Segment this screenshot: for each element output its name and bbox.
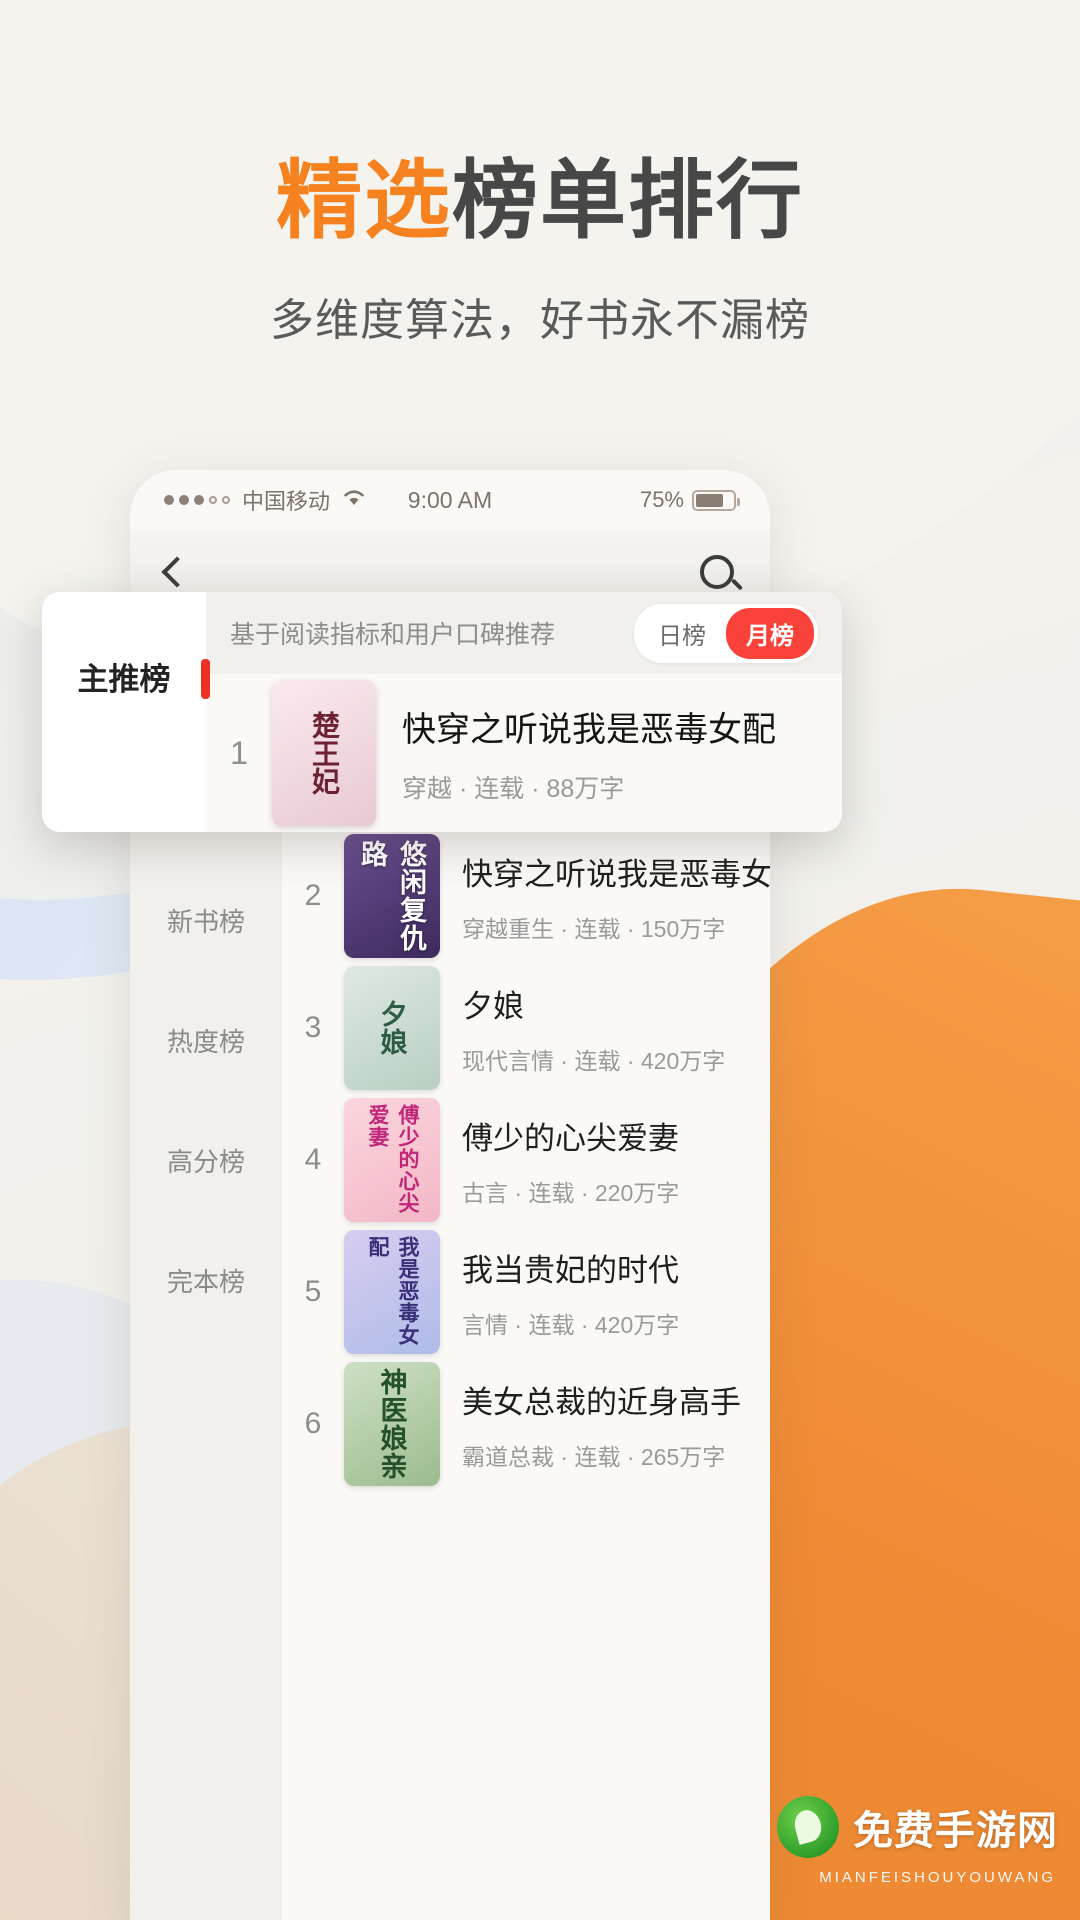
- floating-card-main: 基于阅读指标和用户口碑推荐 日榜 月榜 1 楚王妃 快穿之听说我是恶毒女配 穿越…: [206, 592, 842, 832]
- search-icon[interactable]: [700, 555, 734, 589]
- book-cover: 傅少的心尖爱妻: [344, 1098, 440, 1222]
- book-info: 傅少的心尖爱妻 古言 · 连载 · 220万字: [462, 1113, 679, 1208]
- battery-percent: 75%: [639, 487, 684, 512]
- book-cover-title: 悠闲复仇路: [357, 840, 426, 952]
- status-bar: 中国移动 9:00 AM 75%: [130, 470, 770, 530]
- book-cover-title: 傅少的心尖爱妻: [366, 1104, 419, 1214]
- book-title: 美女总裁的近身高手: [462, 1384, 741, 1420]
- book-info: 快穿之听说我是恶毒女配 穿越重生 · 连载 · 150万字: [462, 849, 770, 944]
- book-title: 我当贵妃的时代: [462, 1252, 679, 1288]
- sidebar-item-label: 热度榜: [166, 1026, 245, 1057]
- floating-highlight-card: 主推榜 基于阅读指标和用户口碑推荐 日榜 月榜 1 楚王妃 快穿之听说我是恶毒女…: [42, 592, 842, 832]
- back-chevron-icon[interactable]: [161, 556, 193, 588]
- sidebar-item-xinshu[interactable]: 新书榜: [130, 860, 282, 980]
- signal-dot-5: [222, 496, 230, 504]
- floating-toggle-monthly[interactable]: 月榜: [726, 607, 814, 659]
- book-cover: 悠闲复仇路: [344, 834, 440, 958]
- book-rank: 5: [304, 1275, 322, 1308]
- book-cover-title: 我是恶毒女配: [366, 1236, 419, 1346]
- floating-book-info: 快穿之听说我是恶毒女配 穿越 · 连载 · 88万字: [402, 702, 776, 805]
- watermark: 免费手游网: [777, 1796, 1058, 1858]
- signal-dot-3: [194, 495, 204, 505]
- wifi-icon: [341, 487, 367, 513]
- book-meta: 穿越重生 · 连载 · 150万字: [462, 915, 726, 942]
- headline-rest: 榜单排行: [452, 153, 804, 249]
- table-row[interactable]: 5 我是恶毒女配 我当贵妃的时代 言情 · 连载 · 420万字: [282, 1226, 770, 1358]
- signal-dot-4: [209, 496, 217, 504]
- table-row[interactable]: 3 夕娘 夕娘 现代言情 · 连载 · 420万字: [282, 962, 770, 1094]
- sidebar-item-redu[interactable]: 热度榜: [130, 980, 282, 1100]
- book-cover-title: 夕娘: [376, 1000, 407, 1056]
- table-row[interactable]: 2 悠闲复仇路 快穿之听说我是恶毒女配 穿越重生 · 连载 · 150万字: [282, 830, 770, 962]
- book-meta: 现代言情 · 连载 · 420万字: [462, 1047, 726, 1074]
- signal-dot-1: [164, 495, 174, 505]
- book-meta: 言情 · 连载 · 420万字: [462, 1311, 680, 1338]
- book-rank: 4: [304, 1143, 322, 1176]
- floating-book-meta: 穿越 · 连载 · 88万字: [402, 774, 625, 803]
- book-title: 傅少的心尖爱妻: [462, 1120, 679, 1156]
- book-cover: 我是恶毒女配: [344, 1230, 440, 1354]
- book-info: 夕娘 现代言情 · 连载 · 420万字: [462, 981, 725, 1076]
- floating-book-cover-title: 楚王妃: [309, 711, 340, 795]
- page-subtitle: 多维度算法，好书永不漏榜: [270, 296, 810, 345]
- signal-dot-2: [179, 495, 189, 505]
- hero-text-block: 精选榜单排行 多维度算法，好书永不漏榜: [0, 158, 1080, 348]
- book-info: 我当贵妃的时代 言情 · 连载 · 420万字: [462, 1245, 679, 1340]
- book-rank: 6: [304, 1407, 322, 1440]
- sidebar-item-gaofen[interactable]: 高分榜: [130, 1100, 282, 1220]
- floating-period-toggle[interactable]: 日榜 月榜: [634, 603, 818, 663]
- carrier-label: 中国移动: [242, 489, 331, 514]
- page-title: 精选榜单排行: [0, 158, 1080, 244]
- book-cover: 神医娘亲: [344, 1362, 440, 1486]
- sidebar-item-label: 高分榜: [166, 1146, 245, 1177]
- headline-accent: 精选: [276, 153, 452, 249]
- sidebar-item-label: 完本榜: [166, 1266, 245, 1297]
- watermark-subtext: MIANFEISHOUYOUWANG: [819, 1869, 1056, 1886]
- book-cover-title: 神医娘亲: [376, 1368, 407, 1480]
- floating-card-book-row[interactable]: 1 楚王妃 快穿之听说我是恶毒女配 穿越 · 连载 · 88万字: [206, 674, 842, 832]
- floating-toggle-daily[interactable]: 日榜: [638, 608, 726, 659]
- battery-icon: [692, 489, 740, 511]
- book-info: 美女总裁的近身高手 霸道总裁 · 连载 · 265万字: [462, 1377, 741, 1472]
- floating-book-rank: 1: [230, 734, 248, 771]
- book-rank: 2: [304, 879, 322, 912]
- floating-book-cover: 楚王妃: [272, 680, 376, 826]
- floating-card-description: 基于阅读指标和用户口碑推荐: [230, 621, 556, 649]
- book-meta: 古言 · 连载 · 220万字: [462, 1179, 680, 1206]
- sidebar-item-label: 新书榜: [166, 906, 245, 937]
- table-row[interactable]: 6 神医娘亲 美女总裁的近身高手 霸道总裁 · 连载 · 265万字: [282, 1358, 770, 1490]
- status-bar-right: 75%: [639, 487, 740, 513]
- book-title: 夕娘: [462, 988, 524, 1024]
- book-meta: 霸道总裁 · 连载 · 265万字: [462, 1443, 726, 1470]
- book-rank: 3: [304, 1011, 322, 1044]
- watermark-text: 免费手游网: [853, 1809, 1058, 1853]
- floating-card-tab-label[interactable]: 主推榜: [42, 654, 210, 699]
- leaf-logo-icon: [777, 1796, 839, 1858]
- floating-book-title: 快穿之听说我是恶毒女配: [402, 710, 776, 749]
- table-row[interactable]: 4 傅少的心尖爱妻 傅少的心尖爱妻 古言 · 连载 · 220万字: [282, 1094, 770, 1226]
- status-bar-left: 中国移动: [164, 484, 367, 516]
- floating-card-header: 基于阅读指标和用户口碑推荐 日榜 月榜: [206, 592, 842, 674]
- floating-card-sidebar: 主推榜: [42, 592, 210, 832]
- book-cover: 夕娘: [344, 966, 440, 1090]
- book-title: 快穿之听说我是恶毒女配: [462, 856, 770, 892]
- sidebar-item-wanben[interactable]: 完本榜: [130, 1220, 282, 1340]
